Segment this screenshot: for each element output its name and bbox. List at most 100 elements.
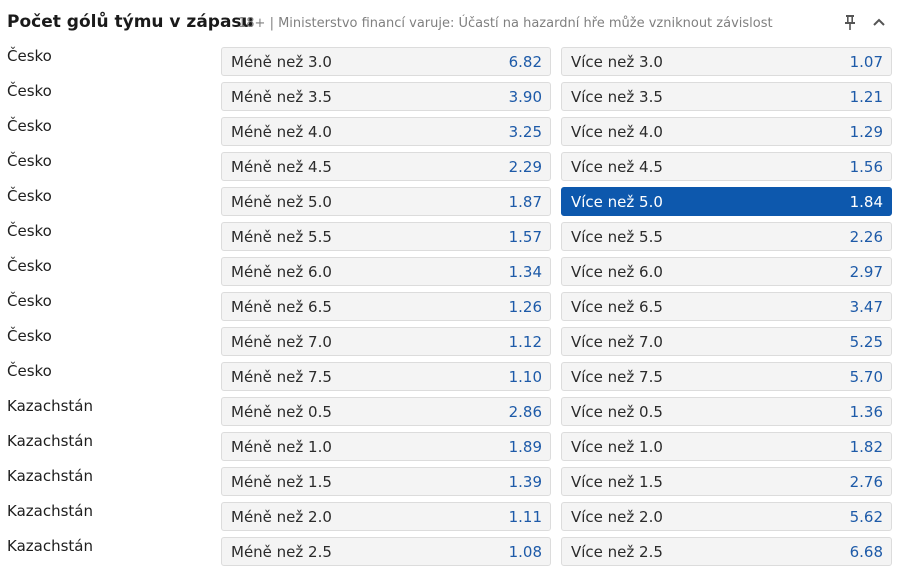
- odds-row: Kazachstán Méně než 0.5 2.86 Více než 0.5 1.…: [0, 395, 900, 430]
- under-label: Méně než 5.0: [231, 193, 332, 211]
- over-odds-button[interactable]: Více než 7.0 5.25: [561, 327, 892, 356]
- under-odds-value: 1.34: [508, 263, 542, 281]
- under-odds-button[interactable]: Méně než 5.0 1.87: [221, 187, 551, 216]
- odds-row: Česko Méně než 6.5 1.26 Více než 6.5 3.47: [0, 290, 900, 325]
- over-odds-button[interactable]: Více než 0.5 1.36: [561, 397, 892, 426]
- under-odds-value: 1.39: [508, 473, 542, 491]
- under-odds-button[interactable]: Méně než 6.0 1.34: [221, 257, 551, 286]
- under-odds-value: 3.90: [508, 88, 542, 106]
- over-label: Více než 5.5: [571, 228, 663, 246]
- team-name: Kazachstán: [7, 432, 93, 450]
- under-label: Méně než 2.0: [231, 508, 332, 526]
- over-odds-button[interactable]: Více než 4.5 1.56: [561, 152, 892, 181]
- over-label: Více než 4.5: [571, 158, 663, 176]
- over-odds-value: 6.68: [849, 543, 883, 561]
- over-odds-button[interactable]: Více než 3.0 1.07: [561, 47, 892, 76]
- over-label: Více než 3.0: [571, 53, 663, 71]
- odds-row: Kazachstán Méně než 2.0 1.11 Více než 2.0 5.…: [0, 500, 900, 535]
- gambling-disclaimer: 18+ | Ministerstvo financí varuje: Účast…: [238, 16, 773, 31]
- odds-row: Česko Méně než 7.5 1.10 Více než 7.5 5.70: [0, 360, 900, 395]
- odds-row: Česko Méně než 3.0 6.82 Více než 3.0 1.07: [0, 45, 900, 80]
- under-odds-button[interactable]: Méně než 4.0 3.25: [221, 117, 551, 146]
- over-label: Více než 1.5: [571, 473, 663, 491]
- odds-row: Česko Méně než 5.0 1.87 Více než 5.0 1.84: [0, 185, 900, 220]
- over-odds-button[interactable]: Více než 2.5 6.68: [561, 537, 892, 566]
- under-odds-value: 1.89: [508, 438, 542, 456]
- team-name: Česko: [7, 222, 52, 240]
- over-odds-button[interactable]: Více než 5.5 2.26: [561, 222, 892, 251]
- pin-icon[interactable]: [840, 12, 860, 34]
- team-name: Česko: [7, 327, 52, 345]
- over-label: Více než 6.5: [571, 298, 663, 316]
- odds-row: Česko Méně než 6.0 1.34 Více než 6.0 2.97: [0, 255, 900, 290]
- under-odds-value: 2.29: [508, 158, 542, 176]
- under-odds-value: 1.11: [508, 508, 542, 526]
- over-odds-button[interactable]: Více než 7.5 5.70: [561, 362, 892, 391]
- over-odds-value: 1.21: [849, 88, 883, 106]
- under-odds-button[interactable]: Méně než 7.0 1.12: [221, 327, 551, 356]
- over-label: Více než 2.5: [571, 543, 663, 561]
- over-odds-button[interactable]: Více než 6.5 3.47: [561, 292, 892, 321]
- market-title: Počet gólů týmu v zápasu: [7, 12, 254, 32]
- under-odds-button[interactable]: Méně než 1.0 1.89: [221, 432, 551, 461]
- over-odds-value: 2.76: [849, 473, 883, 491]
- under-label: Méně než 1.5: [231, 473, 332, 491]
- over-odds-value: 5.70: [849, 368, 883, 386]
- over-odds-button[interactable]: Více než 5.0 1.84: [561, 187, 892, 216]
- over-odds-button[interactable]: Více než 1.0 1.82: [561, 432, 892, 461]
- under-odds-button[interactable]: Méně než 7.5 1.10: [221, 362, 551, 391]
- over-label: Více než 7.5: [571, 368, 663, 386]
- odds-row: Kazachstán Méně než 1.0 1.89 Více než 1.0 1.…: [0, 430, 900, 465]
- team-name: Kazachstán: [7, 397, 93, 415]
- over-label: Více než 0.5: [571, 403, 663, 421]
- under-label: Méně než 4.5: [231, 158, 332, 176]
- over-odds-value: 5.25: [849, 333, 883, 351]
- under-odds-value: 1.87: [508, 193, 542, 211]
- under-label: Méně než 5.5: [231, 228, 332, 246]
- odds-row: Česko Méně než 4.5 2.29 Více než 4.5 1.56: [0, 150, 900, 185]
- under-odds-button[interactable]: Méně než 3.0 6.82: [221, 47, 551, 76]
- under-odds-button[interactable]: Méně než 5.5 1.57: [221, 222, 551, 251]
- under-odds-button[interactable]: Méně než 6.5 1.26: [221, 292, 551, 321]
- team-name: Česko: [7, 82, 52, 100]
- under-label: Méně než 7.0: [231, 333, 332, 351]
- under-label: Méně než 1.0: [231, 438, 332, 456]
- over-odds-value: 1.56: [849, 158, 883, 176]
- over-label: Více než 2.0: [571, 508, 663, 526]
- under-odds-value: 3.25: [508, 123, 542, 141]
- over-odds-button[interactable]: Více než 3.5 1.21: [561, 82, 892, 111]
- over-odds-value: 1.36: [849, 403, 883, 421]
- over-odds-button[interactable]: Více než 4.0 1.29: [561, 117, 892, 146]
- under-odds-button[interactable]: Méně než 1.5 1.39: [221, 467, 551, 496]
- over-odds-value: 1.82: [849, 438, 883, 456]
- under-odds-button[interactable]: Méně než 0.5 2.86: [221, 397, 551, 426]
- over-label: Více než 1.0: [571, 438, 663, 456]
- over-label: Více než 3.5: [571, 88, 663, 106]
- under-label: Méně než 0.5: [231, 403, 332, 421]
- under-odds-button[interactable]: Méně než 3.5 3.90: [221, 82, 551, 111]
- over-odds-button[interactable]: Více než 2.0 5.62: [561, 502, 892, 531]
- over-odds-button[interactable]: Více než 1.5 2.76: [561, 467, 892, 496]
- team-name: Kazachstán: [7, 502, 93, 520]
- under-label: Méně než 7.5: [231, 368, 332, 386]
- under-odds-button[interactable]: Méně než 2.0 1.11: [221, 502, 551, 531]
- under-odds-button[interactable]: Méně než 2.5 1.08: [221, 537, 551, 566]
- odds-row: Česko Méně než 7.0 1.12 Více než 7.0 5.25: [0, 325, 900, 360]
- odds-row: Česko Méně než 3.5 3.90 Více než 3.5 1.21: [0, 80, 900, 115]
- over-label: Více než 7.0: [571, 333, 663, 351]
- odds-row: Kazachstán Méně než 2.5 1.08 Více než 2.5 6.…: [0, 535, 900, 570]
- team-name: Kazachstán: [7, 537, 93, 555]
- odds-row: Česko Méně než 5.5 1.57 Více než 5.5 2.26: [0, 220, 900, 255]
- under-odds-button[interactable]: Méně než 4.5 2.29: [221, 152, 551, 181]
- under-label: Méně než 6.0: [231, 263, 332, 281]
- chevron-up-icon[interactable]: [869, 12, 889, 34]
- over-label: Více než 5.0: [571, 193, 663, 211]
- under-label: Méně než 2.5: [231, 543, 332, 561]
- over-odds-value: 2.97: [849, 263, 883, 281]
- over-odds-value: 1.84: [849, 193, 883, 211]
- over-odds-button[interactable]: Více než 6.0 2.97: [561, 257, 892, 286]
- team-name: Česko: [7, 257, 52, 275]
- odds-list: Česko Méně než 3.0 6.82 Více než 3.0 1.07 Čes…: [0, 45, 900, 570]
- team-name: Česko: [7, 47, 52, 65]
- under-odds-value: 1.10: [508, 368, 542, 386]
